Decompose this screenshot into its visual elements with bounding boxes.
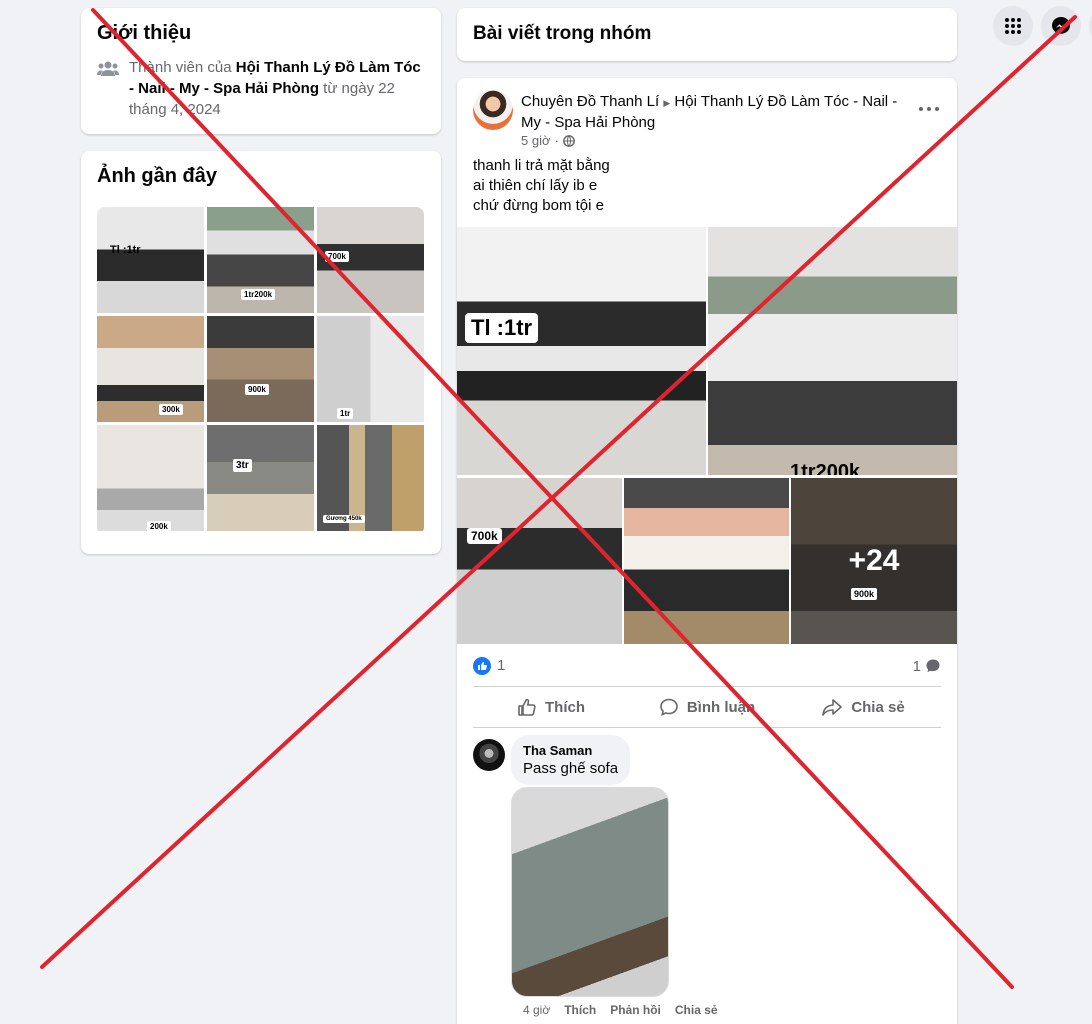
photo-thumb[interactable]: Tl :1tr (97, 207, 204, 313)
photo-thumb[interactable]: 900k (207, 316, 314, 422)
more-photos-overlay[interactable]: +24 (791, 478, 957, 644)
people-icon (97, 61, 119, 76)
share-label: Chia sẻ (851, 698, 905, 716)
price-tag: 200k (147, 521, 171, 531)
post-actions: Thích Bình luận Chia sẻ (473, 688, 941, 726)
globe-icon (562, 134, 575, 147)
price-tag: 300k (159, 404, 183, 415)
photo-thumb[interactable]: 700k (317, 207, 424, 313)
post-text: thanh li trả mặt bằng ai thiên chí lấy i… (473, 156, 610, 216)
comment-reply-button[interactable]: Phản hồi (610, 1003, 661, 1017)
post-time[interactable]: 5 giờ (521, 133, 551, 148)
separator-arrow-icon: ▶ (663, 98, 671, 108)
group-posts-title: Bài viết trong nhóm (473, 23, 652, 44)
apps-menu-button[interactable] (993, 6, 1033, 46)
image-price-label: 700k (467, 528, 502, 544)
share-button[interactable]: Chia sẻ (785, 688, 941, 726)
comment-photo[interactable] (511, 787, 669, 997)
post-author-line: Chuyên Đồ Thanh Lí ▶ Hội Thanh Lý Đồ Làm… (521, 92, 901, 133)
apps-grid-icon (1005, 18, 1021, 34)
post-stats: 1 1 (473, 655, 941, 677)
photo-thumb[interactable]: 1tr200k (207, 207, 314, 313)
comment-count: 1 (912, 657, 921, 675)
photo-thumb[interactable]: 3tr (207, 425, 314, 531)
intro-card: Giới thiệu Thành viên của Hội Thanh Lý Đ… (81, 8, 441, 134)
comment-button[interactable]: Bình luận (629, 688, 785, 726)
price-tag: Gương 450k (323, 515, 365, 523)
post-text-line: ai thiên chí lấy ib e (473, 177, 598, 194)
more-photos-count: +24 (848, 544, 900, 577)
post-text-line: thanh li trả mặt bằng (473, 157, 610, 174)
divider (473, 727, 941, 728)
author-name[interactable]: Chuyên Đồ Thanh Lí (521, 93, 659, 110)
commenter-avatar[interactable] (473, 739, 505, 771)
recent-photos-card: Ảnh gần đây Tl :1tr 1tr200k 700k 300k 90… (81, 151, 441, 554)
recent-photos-title: Ảnh gần đây (97, 165, 218, 187)
post-media: Tl :1tr 1tr200k 700k +24 900k (457, 227, 957, 644)
share-icon (822, 699, 843, 716)
image-price-label: Tl :1tr (465, 313, 539, 343)
price-tag: 1tr200k (241, 289, 276, 300)
post-image[interactable]: Tl :1tr (457, 227, 706, 475)
image-price-label: 900k (851, 588, 878, 600)
post-header: Chuyên Đồ Thanh Lí ▶ Hội Thanh Lý Đồ Làm… (473, 90, 941, 150)
price-tag: 1tr (337, 408, 354, 419)
comment-like-button[interactable]: Thích (564, 1003, 596, 1017)
more-icon[interactable] (917, 104, 941, 114)
post-image[interactable] (624, 478, 789, 644)
comment-label: Bình luận (686, 698, 756, 716)
price-tag: 900k (245, 384, 269, 395)
reaction-count[interactable]: 1 (473, 656, 506, 676)
messenger-button[interactable] (1041, 6, 1081, 46)
divider (473, 686, 941, 687)
like-reaction-icon (473, 657, 491, 676)
like-button[interactable]: Thích (473, 688, 629, 726)
comment-icon (660, 698, 678, 716)
post-text-line: chứ đừng bom tội e (473, 197, 604, 214)
post-meta: 5 giờ · (521, 133, 575, 148)
post-image[interactable]: 1tr200k (708, 227, 957, 475)
image-price-label: 1tr200k (790, 461, 861, 475)
comment-bubble: Tha Saman Pass ghế sofa (511, 735, 631, 785)
photo-thumb[interactable]: 200k (97, 425, 204, 531)
comment-count-wrap[interactable]: 1 (913, 658, 941, 675)
like-count: 1 (497, 656, 506, 674)
messenger-icon (1052, 17, 1070, 35)
post-card: Chuyên Đồ Thanh Lí ▶ Hội Thanh Lý Đồ Làm… (457, 78, 957, 1024)
comment-bubble-icon (926, 659, 940, 672)
price-tag: Tl :1tr (110, 244, 141, 256)
like-label: Thích (545, 698, 585, 716)
group-posts-header: Bài viết trong nhóm (457, 8, 957, 61)
comment-time[interactable]: 4 giờ (523, 1003, 550, 1017)
comment-actions: 4 giờ Thích Phản hồi Chia sẻ (523, 1003, 718, 1017)
membership-text: Thành viên của Hội Thanh Lý Đồ Làm Tóc -… (129, 57, 425, 120)
meta-dot: · (554, 133, 559, 148)
price-tag: 700k (325, 251, 349, 262)
photo-thumb[interactable]: 300k (97, 316, 204, 422)
comment-text: Pass ghế sofa (523, 760, 619, 777)
commenter-name[interactable]: Tha Saman (523, 743, 618, 758)
author-avatar[interactable] (473, 90, 513, 130)
post-image[interactable]: 700k (457, 478, 622, 644)
member-prefix: Thành viên của (129, 59, 236, 76)
post-image[interactable]: +24 900k (791, 478, 957, 644)
price-tag: 3tr (233, 459, 252, 472)
intro-title: Giới thiệu (97, 22, 192, 44)
membership-info: Thành viên của Hội Thanh Lý Đồ Làm Tóc -… (97, 57, 425, 120)
like-icon (518, 698, 536, 716)
comment-share-button[interactable]: Chia sẻ (675, 1003, 718, 1017)
photo-grid: Tl :1tr 1tr200k 700k 300k 900k 1tr 200k … (97, 207, 424, 535)
photo-thumb[interactable]: 1tr (317, 316, 424, 422)
photo-thumb[interactable]: Gương 450k (317, 425, 424, 531)
